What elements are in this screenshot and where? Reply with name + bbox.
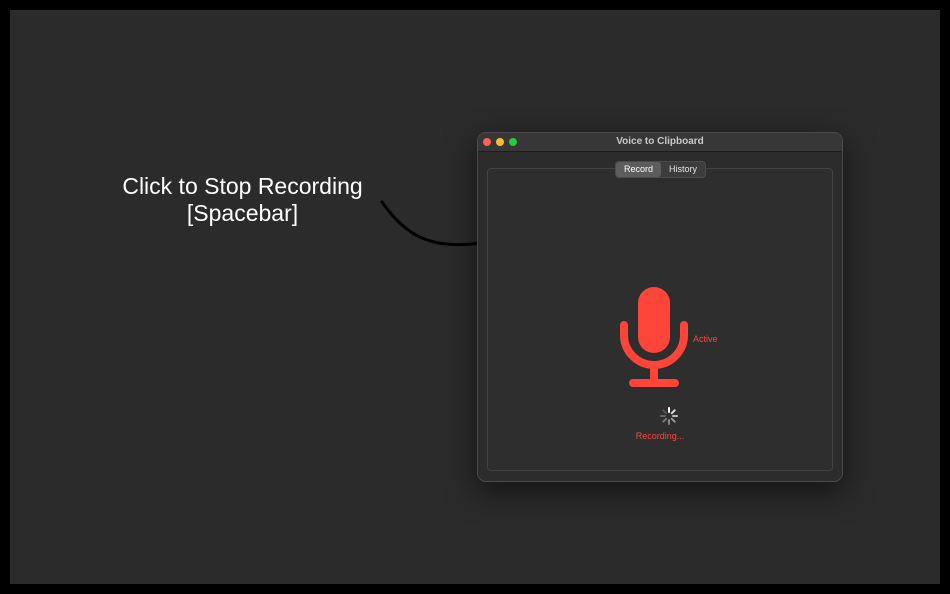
tab-switcher: Record History — [615, 161, 707, 178]
desktop-canvas: Click to Stop Recording [Spacebar] Voice… — [10, 10, 940, 584]
mic-status-label: Active — [693, 334, 718, 344]
callout-line-1: Click to Stop Recording — [122, 173, 363, 199]
microphone-icon[interactable] — [619, 287, 689, 389]
callout-line-2: [Spacebar] — [186, 200, 299, 226]
window-title: Voice to Clipboard — [616, 136, 704, 147]
callout-annotation: Click to Stop Recording [Spacebar] — [110, 173, 375, 227]
loading-spinner-icon — [660, 407, 678, 425]
tab-history[interactable]: History — [661, 162, 705, 177]
record-panel: Active Recording... — [487, 168, 833, 471]
app-window: Voice to Clipboard Record History Active — [477, 132, 843, 482]
recording-status-label: Recording... — [635, 431, 685, 441]
tab-record[interactable]: Record — [616, 162, 662, 177]
title-bar[interactable]: Voice to Clipboard — [478, 133, 842, 152]
